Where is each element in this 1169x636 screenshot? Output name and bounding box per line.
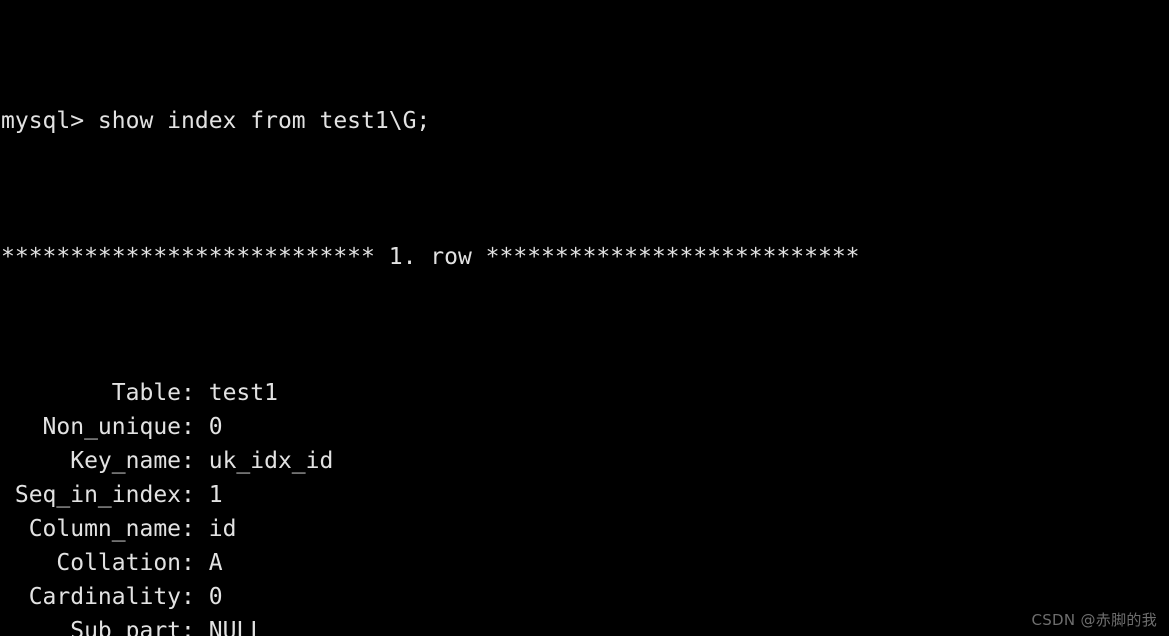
index-field-row: Collation: A: [1, 546, 860, 580]
index-field-value: A: [194, 550, 223, 576]
index-field-row: Key_name: uk_idx_id: [1, 444, 860, 478]
index-field-value: id: [194, 516, 237, 542]
index-field-list: Table: test1 Non_unique: 0 Key_name: uk_…: [1, 376, 860, 636]
index-field-label: Seq_in_index:: [1, 482, 195, 508]
index-field-value: test1: [194, 380, 278, 406]
index-field-value: uk_idx_id: [194, 448, 334, 474]
index-field-value: 1: [194, 482, 223, 508]
index-field-value: NULL: [194, 618, 265, 636]
index-field-label: Collation:: [1, 550, 195, 576]
index-field-value: 0: [194, 584, 223, 610]
csdn-watermark: CSDN @赤脚的我: [1031, 611, 1157, 629]
index-field-value: 0: [194, 414, 223, 440]
index-field-row: Cardinality: 0: [1, 580, 860, 614]
index-field-label: Column_name:: [1, 516, 195, 542]
index-field-label: Cardinality:: [1, 584, 195, 610]
index-field-row: Table: test1: [1, 376, 860, 410]
terminal-window[interactable]: mysql> show index from test1\G; ********…: [0, 0, 1169, 636]
index-field-label: Non_unique:: [1, 414, 195, 440]
terminal-output: mysql> show index from test1\G; ********…: [0, 0, 860, 636]
index-field-label: Table:: [1, 380, 195, 406]
index-field-row: Column_name: id: [1, 512, 860, 546]
index-field-row: Sub_part: NULL: [1, 614, 860, 636]
index-field-label: Sub_part:: [1, 618, 195, 636]
index-field-row: Seq_in_index: 1: [1, 478, 860, 512]
index-field-label: Key_name:: [1, 448, 195, 474]
result-row-separator: *************************** 1. row *****…: [1, 244, 860, 270]
index-field-row: Non_unique: 0: [1, 410, 860, 444]
mysql-prompt-command-line: mysql> show index from test1\G;: [1, 108, 431, 134]
